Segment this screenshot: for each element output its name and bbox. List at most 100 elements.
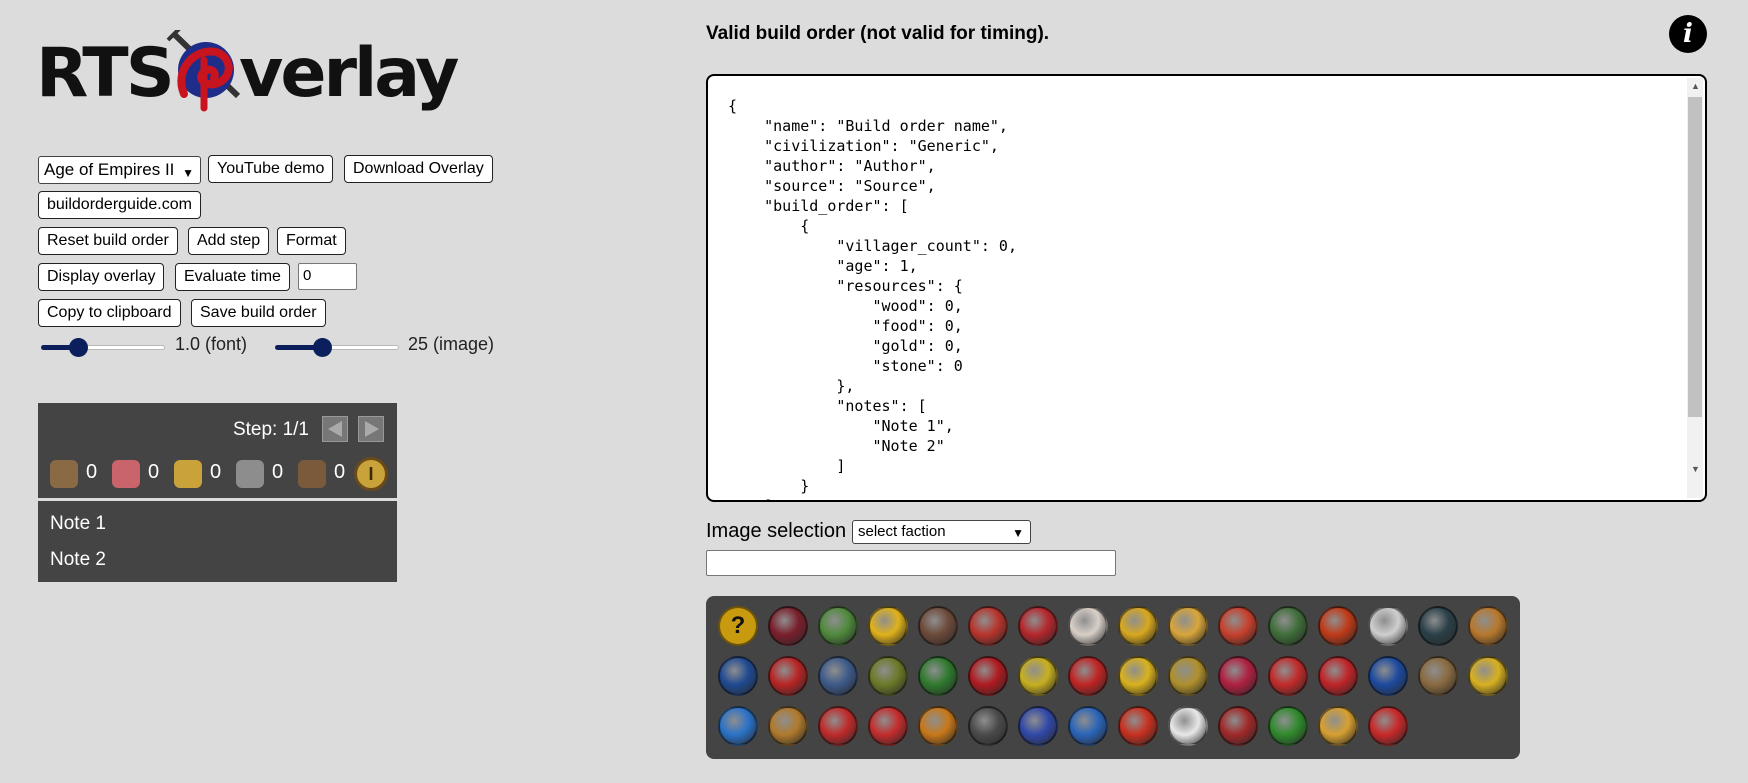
faction-emblem-icon[interactable] (918, 656, 958, 696)
faction-emblem-icon[interactable] (818, 656, 858, 696)
overlay-header: Step: 1/1 0 0 0 0 0 I (38, 403, 397, 498)
faction-emblem-icon[interactable] (1368, 656, 1408, 696)
faction-image-grid: ? (706, 596, 1520, 759)
faction-emblem-icon[interactable] (1118, 706, 1158, 746)
faction-emblem-icon[interactable] (1068, 656, 1108, 696)
faction-emblem-icon[interactable] (1218, 706, 1258, 746)
buildorderguide-button[interactable]: buildorderguide.com (38, 191, 201, 219)
faction-emblem-icon[interactable] (718, 706, 758, 746)
editor-scrollbar[interactable]: ▲ ▼ (1687, 78, 1703, 498)
copy-to-clipboard-button[interactable]: Copy to clipboard (38, 299, 181, 327)
faction-emblem-icon[interactable] (1118, 656, 1158, 696)
faction-emblem-icon[interactable] (1268, 706, 1308, 746)
step-indicator: Step: 1/1 (232, 419, 309, 440)
game-select-value: Age of Empires II (44, 160, 175, 179)
faction-emblem-icon[interactable] (1418, 656, 1458, 696)
chevron-down-icon: ▼ (182, 166, 194, 180)
faction-emblem-icon[interactable] (1018, 706, 1058, 746)
faction-select[interactable]: select faction ▼ (852, 520, 1031, 544)
faction-emblem-icon[interactable] (1018, 606, 1058, 646)
faction-emblem-icon[interactable] (768, 706, 808, 746)
chevron-down-icon: ▼ (1012, 526, 1024, 540)
wood-icon (50, 460, 78, 488)
faction-emblem-icon[interactable] (868, 706, 908, 746)
youtube-demo-button[interactable]: YouTube demo (208, 155, 334, 183)
faction-emblem-icon[interactable] (1018, 656, 1058, 696)
image-selection-label: Image selection (706, 520, 847, 542)
faction-emblem-icon[interactable] (1168, 656, 1208, 696)
food-icon (112, 460, 140, 488)
villager-icon (298, 460, 326, 488)
logo-text-rts: RTS (36, 34, 175, 113)
note-item: Note 2 (50, 549, 106, 570)
faction-emblem-icon[interactable] (918, 606, 958, 646)
resource-count: 0 (148, 461, 160, 483)
age-icon: I (354, 457, 388, 491)
image-size-slider[interactable] (275, 337, 399, 357)
scrollbar-thumb[interactable] (1688, 97, 1702, 417)
resource-count: 0 (210, 461, 222, 483)
faction-emblem-icon[interactable] (768, 606, 808, 646)
logo-dragon-icon (166, 30, 241, 112)
display-overlay-button[interactable]: Display overlay (38, 263, 165, 291)
image-search-input[interactable] (706, 550, 1116, 576)
font-size-slider[interactable] (41, 337, 165, 357)
faction-emblem-icon[interactable] (1268, 656, 1308, 696)
faction-emblem-icon[interactable] (1368, 706, 1408, 746)
faction-emblem-icon[interactable] (1418, 606, 1458, 646)
faction-emblem-icon[interactable] (718, 656, 758, 696)
faction-emblem-icon[interactable] (818, 606, 858, 646)
slider-thumb[interactable] (313, 338, 333, 357)
stone-icon (236, 460, 264, 488)
faction-emblem-icon[interactable] (1368, 606, 1408, 646)
scroll-down-icon[interactable]: ▼ (1691, 464, 1700, 474)
faction-emblem-icon[interactable] (1468, 606, 1508, 646)
faction-emblem-icon[interactable] (1468, 656, 1508, 696)
slider-thumb[interactable] (69, 338, 89, 357)
scroll-up-icon[interactable]: ▲ (1691, 81, 1700, 91)
info-icon[interactable]: i (1669, 15, 1707, 53)
build-order-editor[interactable]: { "name": "Build order name", "civilizat… (706, 74, 1707, 502)
validation-message: Valid build order (not valid for timing)… (706, 23, 1050, 44)
faction-emblem-icon[interactable] (868, 606, 908, 646)
evaluate-time-button[interactable]: Evaluate time (175, 263, 290, 291)
evaluate-time-input[interactable]: 0 (298, 263, 357, 290)
add-step-button[interactable]: Add step (188, 227, 270, 255)
faction-emblem-icon[interactable] (968, 606, 1008, 646)
gold-icon (174, 460, 202, 488)
resource-count: 0 (334, 461, 346, 483)
faction-emblem-icon[interactable] (1268, 606, 1308, 646)
overlay-preview: Step: 1/1 0 0 0 0 0 I Note 1 Note 2 (38, 403, 397, 582)
faction-emblem-icon[interactable] (918, 706, 958, 746)
logo-text-overlay: verlay (239, 34, 459, 113)
faction-emblem-icon[interactable] (1318, 656, 1358, 696)
notes-panel: Note 1 Note 2 (38, 501, 397, 582)
faction-emblem-icon[interactable] (868, 656, 908, 696)
faction-emblem-icon[interactable] (1218, 656, 1258, 696)
faction-emblem-icon[interactable] (818, 706, 858, 746)
faction-emblem-icon[interactable] (1068, 606, 1108, 646)
faction-emblem-icon[interactable] (968, 656, 1008, 696)
save-build-order-button[interactable]: Save build order (191, 299, 326, 327)
faction-emblem-icon[interactable] (968, 706, 1008, 746)
faction-emblem-icon[interactable] (1318, 606, 1358, 646)
reset-build-order-button[interactable]: Reset build order (38, 227, 178, 255)
next-step-button[interactable] (358, 416, 384, 442)
unknown-faction-icon[interactable]: ? (718, 606, 758, 646)
game-select[interactable]: Age of Empires II ▼ (38, 156, 201, 184)
faction-emblem-icon[interactable] (1218, 606, 1258, 646)
download-overlay-button[interactable]: Download Overlay (344, 155, 493, 183)
faction-emblem-icon[interactable] (768, 656, 808, 696)
note-item: Note 1 (50, 513, 106, 534)
faction-emblem-icon[interactable] (1118, 606, 1158, 646)
faction-emblem-icon[interactable] (1318, 706, 1358, 746)
arrow-left-icon (328, 421, 342, 437)
faction-emblem-icon[interactable] (1168, 606, 1208, 646)
font-size-label: 1.0 (font) (175, 334, 248, 354)
format-button[interactable]: Format (277, 227, 346, 255)
faction-emblem-icon[interactable] (1068, 706, 1108, 746)
previous-step-button[interactable] (322, 416, 348, 442)
image-size-label: 25 (image) (408, 334, 495, 354)
build-order-json-text[interactable]: { "name": "Build order name", "civilizat… (728, 96, 1017, 500)
faction-emblem-icon[interactable] (1168, 706, 1208, 746)
